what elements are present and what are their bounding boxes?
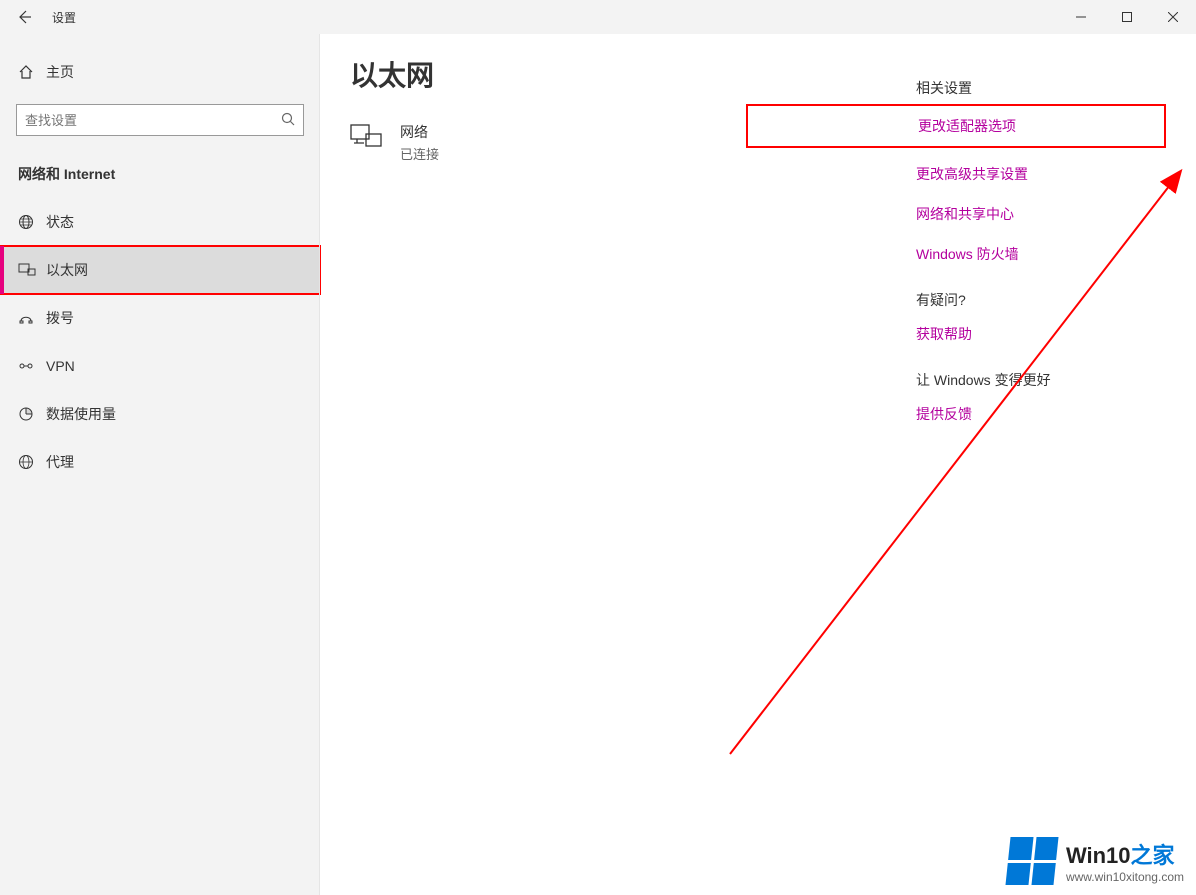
nav-label: 拨号 (46, 308, 74, 328)
window-title: 设置 (48, 9, 76, 26)
sidebar-home-label: 主页 (46, 62, 74, 82)
page-title: 以太网 (350, 54, 916, 94)
minimize-icon (1076, 12, 1086, 22)
sidebar-item-status[interactable]: 状态 (0, 198, 320, 246)
arrow-left-icon (16, 9, 32, 25)
nav-label: 数据使用量 (46, 404, 116, 424)
nav-label: 代理 (46, 452, 74, 472)
link-adapter-options[interactable]: 更改适配器选项 (746, 104, 1166, 148)
vpn-icon (18, 358, 46, 374)
sidebar-item-data-usage[interactable]: 数据使用量 (0, 390, 320, 438)
windows-logo-icon (1005, 837, 1058, 885)
nav-label: VPN (46, 358, 75, 374)
link-give-feedback[interactable]: 提供反馈 (916, 404, 1166, 424)
search-input[interactable] (25, 113, 281, 128)
sidebar-item-proxy[interactable]: 代理 (0, 438, 320, 486)
question-heading: 有疑问? (916, 290, 1166, 310)
link-get-help[interactable]: 获取帮助 (916, 324, 1166, 344)
sidebar-item-vpn[interactable]: VPN (0, 342, 320, 390)
window-controls (1058, 0, 1196, 34)
sidebar-home[interactable]: 主页 (0, 50, 320, 94)
network-status: 已连接 (400, 144, 439, 163)
titlebar: 设置 (0, 0, 1196, 34)
watermark-title: Win10之家 (1066, 838, 1184, 870)
proxy-icon (18, 454, 46, 470)
link-network-center[interactable]: 网络和共享中心 (916, 204, 1166, 224)
main-content: 以太网 网络 已连接 相关设置 更改适配器选项 更改高级共享设置 网 (320, 34, 1196, 895)
maximize-button[interactable] (1104, 0, 1150, 34)
sidebar-item-ethernet[interactable]: 以太网 (0, 246, 320, 294)
search-icon (281, 112, 295, 129)
ethernet-icon (18, 262, 46, 278)
sidebar-item-dialup[interactable]: 拨号 (0, 294, 320, 342)
globe-icon (18, 214, 46, 230)
nav-label: 以太网 (46, 260, 88, 280)
maximize-icon (1122, 12, 1132, 22)
minimize-button[interactable] (1058, 0, 1104, 34)
close-button[interactable] (1150, 0, 1196, 34)
watermark-url: www.win10xitong.com (1066, 870, 1184, 884)
related-heading: 相关设置 (916, 78, 1166, 98)
link-advanced-sharing[interactable]: 更改高级共享设置 (916, 164, 1166, 184)
link-windows-firewall[interactable]: Windows 防火墙 (916, 244, 1166, 264)
network-icon (350, 122, 384, 155)
search-box[interactable] (16, 104, 304, 136)
dialup-icon (18, 310, 46, 326)
sidebar: 主页 网络和 Internet 状态 以太网 拨号 (0, 34, 320, 895)
close-icon (1168, 12, 1178, 22)
nav-label: 状态 (46, 212, 74, 232)
related-panel: 相关设置 更改适配器选项 更改高级共享设置 网络和共享中心 Windows 防火… (916, 54, 1166, 865)
home-icon (18, 64, 46, 80)
feedback-heading: 让 Windows 变得更好 (916, 370, 1166, 390)
network-name: 网络 (400, 122, 439, 142)
data-usage-icon (18, 406, 46, 422)
sidebar-category: 网络和 Internet (0, 154, 320, 198)
watermark: Win10之家 www.win10xitong.com (1008, 837, 1184, 885)
back-button[interactable] (0, 0, 48, 34)
